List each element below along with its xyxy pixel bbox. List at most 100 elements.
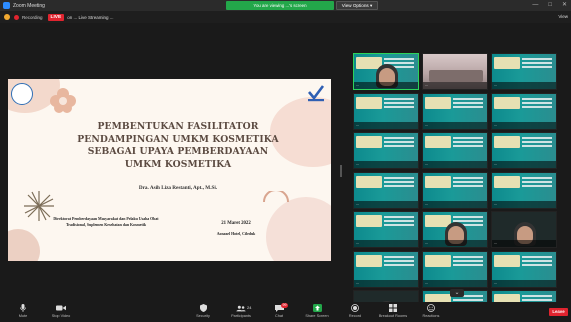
participants-icon bbox=[236, 304, 246, 312]
participants-button[interactable]: Participants bbox=[226, 304, 256, 318]
chat-label: Chat bbox=[274, 314, 284, 318]
participant-video-grid: ........................................… bbox=[353, 53, 561, 322]
mute-button[interactable]: Mute bbox=[8, 304, 38, 318]
share-screen-label: Share Screen bbox=[305, 314, 329, 318]
live-stream-label[interactable]: on ... Live Streaming ... bbox=[67, 15, 113, 20]
virtual-background-text bbox=[384, 137, 414, 139]
microphone-icon bbox=[18, 304, 28, 312]
virtual-background-banner bbox=[356, 215, 382, 227]
participant-tile[interactable]: ... bbox=[491, 211, 557, 248]
chat-unread-badge: 99 bbox=[281, 303, 288, 308]
check-logo-icon bbox=[308, 85, 325, 102]
participants-count: 24 bbox=[247, 305, 252, 310]
reactions-button[interactable]: Reactions bbox=[416, 304, 446, 318]
security-button[interactable]: Security bbox=[188, 304, 218, 318]
video-camera-icon bbox=[56, 304, 66, 312]
participant-tile[interactable]: ... bbox=[491, 132, 557, 169]
virtual-background-banner bbox=[494, 57, 520, 69]
virtual-background-banner bbox=[356, 96, 382, 109]
decor-blob bbox=[266, 197, 331, 261]
participant-tile[interactable]: ... bbox=[491, 92, 557, 130]
virtual-background-text bbox=[453, 216, 483, 218]
security-label: Security bbox=[196, 314, 210, 318]
speaker-view-button[interactable]: View bbox=[558, 14, 568, 19]
window-controls: — □ ✕ bbox=[532, 1, 567, 10]
slide-venue: Aonazel Hotel, Cileduk bbox=[216, 232, 256, 236]
zoom-window: Zoom Meeting You are viewing ...'s scree… bbox=[0, 0, 571, 322]
close-icon[interactable]: ✕ bbox=[562, 1, 567, 10]
stop-video-label: Stop Video bbox=[51, 314, 71, 318]
title-bar: Zoom Meeting You are viewing ...'s scree… bbox=[0, 0, 571, 11]
participant-tile[interactable]: ... bbox=[353, 211, 419, 248]
view-options-button[interactable]: View Options ▾ bbox=[336, 1, 378, 10]
participant-tile[interactable]: ... bbox=[491, 53, 557, 90]
breakout-rooms-button[interactable]: Breakout Rooms bbox=[378, 304, 408, 318]
stop-video-button[interactable]: Stop Video bbox=[46, 304, 76, 318]
split-view-handle[interactable] bbox=[340, 165, 342, 177]
breakout-rooms-icon bbox=[388, 304, 398, 312]
participants-label: Participants bbox=[231, 314, 251, 318]
participant-name: ... bbox=[354, 161, 418, 168]
virtual-background-banner bbox=[494, 175, 520, 188]
participant-name: ... bbox=[492, 82, 556, 89]
meeting-toolbar: Mute Stop Video Security Participants 24 bbox=[0, 302, 571, 322]
share-screen-icon bbox=[312, 304, 322, 312]
virtual-background-text bbox=[453, 97, 483, 100]
participant-tile[interactable]: ... bbox=[353, 53, 419, 90]
virtual-background-banner bbox=[425, 175, 451, 188]
participant-name: ... bbox=[354, 121, 418, 129]
virtual-background-text bbox=[522, 137, 552, 139]
arc-icon bbox=[263, 191, 289, 203]
virtual-background-banner bbox=[356, 136, 382, 148]
virtual-background-text bbox=[453, 176, 483, 179]
participant-tile[interactable]: ... bbox=[422, 92, 488, 130]
mute-label: Mute bbox=[18, 314, 28, 318]
virtual-background-banner bbox=[425, 136, 451, 148]
participant-name: ... bbox=[423, 121, 487, 129]
record-button[interactable]: Record bbox=[340, 304, 370, 318]
virtual-background-text bbox=[522, 295, 552, 297]
decor-blob bbox=[8, 229, 40, 261]
virtual-background-banner bbox=[356, 175, 382, 188]
participant-name: ... bbox=[423, 82, 487, 89]
participant-tile[interactable]: ... bbox=[491, 171, 557, 209]
virtual-background-text bbox=[522, 176, 552, 179]
virtual-background-banner bbox=[425, 96, 451, 109]
participant-tile[interactable]: ... bbox=[422, 211, 488, 248]
record-icon bbox=[350, 304, 360, 312]
maximize-icon[interactable]: □ bbox=[548, 1, 552, 10]
participant-name: ... bbox=[423, 279, 487, 287]
virtual-background-banner bbox=[494, 136, 520, 148]
window-title: Zoom Meeting bbox=[13, 2, 45, 9]
reactions-icon bbox=[426, 304, 436, 312]
participant-tile[interactable]: ... bbox=[491, 250, 557, 288]
participant-tile[interactable]: ... bbox=[422, 250, 488, 288]
leave-meeting-button[interactable]: Leave bbox=[549, 308, 568, 316]
virtual-background-banner bbox=[425, 254, 451, 267]
room-audience bbox=[429, 70, 483, 82]
participant-tile[interactable]: ... bbox=[353, 250, 419, 288]
participant-tile[interactable]: ... bbox=[353, 92, 419, 130]
slide-author: Dra. Asih Liza Restanti, Apt., M.Si. bbox=[138, 185, 218, 191]
share-screen-button[interactable]: Share Screen bbox=[302, 304, 332, 318]
meeting-info-icon[interactable] bbox=[4, 14, 10, 20]
participant-name: ... bbox=[492, 240, 556, 247]
meeting-info-bar: Recording LIVE on ... Live Streaming ...… bbox=[0, 11, 571, 23]
virtual-background-banner bbox=[494, 96, 520, 109]
participant-name: ... bbox=[492, 121, 556, 129]
bpom-logo-icon bbox=[11, 83, 33, 105]
virtual-background-banner bbox=[356, 254, 382, 267]
participant-tile[interactable]: ... bbox=[422, 171, 488, 209]
virtual-background-text bbox=[384, 255, 414, 258]
chat-button[interactable]: Chat bbox=[264, 304, 294, 318]
flower-icon bbox=[50, 88, 76, 113]
participant-tile[interactable]: ... bbox=[353, 132, 419, 169]
record-dot-icon bbox=[14, 14, 19, 20]
participant-tile[interactable]: ... bbox=[422, 132, 488, 169]
participant-name: ... bbox=[492, 200, 556, 208]
participant-tile[interactable]: ... bbox=[422, 53, 488, 90]
participant-tile[interactable]: ... bbox=[353, 171, 419, 209]
next-page-chevron-icon[interactable]: ⌄ bbox=[450, 289, 464, 297]
virtual-background-text bbox=[384, 176, 414, 179]
minimize-icon[interactable]: — bbox=[532, 1, 538, 10]
